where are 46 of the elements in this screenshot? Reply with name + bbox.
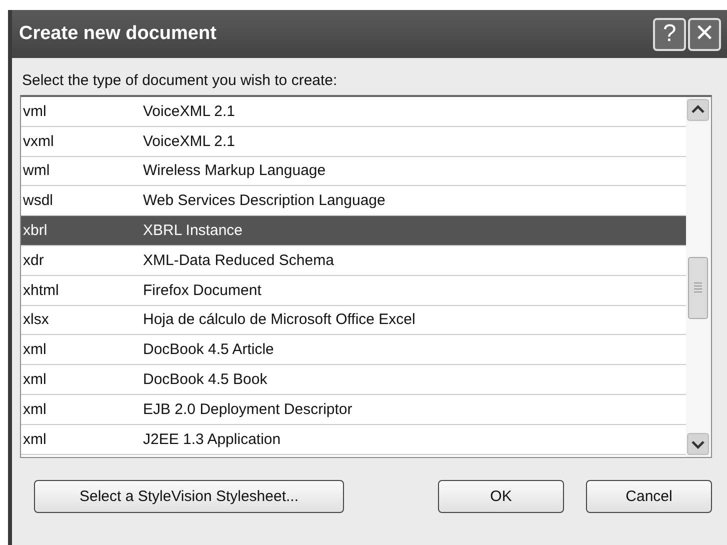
extension-cell-text: wsdl (22, 192, 54, 210)
extension-cell-text: vxml (22, 132, 55, 150)
description-cell: XBRL Instance (143, 222, 242, 240)
list-row[interactable]: xml DocBook 4.5 Book (21, 365, 686, 395)
description-cell: VoiceXML 2.1 (143, 102, 235, 120)
extension-cell-text: xml (22, 371, 48, 388)
description-cell: J2EE 1.3 Application (143, 430, 281, 448)
stylesheet-button[interactable]: Select a StyleVision Stylesheet... (34, 480, 344, 513)
prompt-text: Select the type of document you wish to create: (22, 72, 338, 89)
list-row[interactable]: xlsx Hoja de cálculo de Microsoft Office Excel (21, 306, 686, 336)
description-cell: Web Services Description Language (143, 192, 386, 210)
description-cell: DocBook 4.5 Book (143, 371, 268, 388)
extension-cell-text: xml (22, 400, 48, 418)
description-cell: Wireless Markup Language (143, 162, 326, 180)
close-button[interactable]: ✕ (688, 18, 721, 50)
list-row[interactable]: xhtml Firefox Document (21, 276, 686, 306)
description-cell: DocBook 4.5 Article (143, 341, 274, 358)
extension-cell-text: xbrl (22, 222, 48, 240)
scroll-thumb[interactable] (687, 257, 709, 319)
list-row[interactable]: xml DocBook 4.5 Article (21, 335, 686, 366)
list-row[interactable]: xml EJB 2.0 Deployment Descriptor (21, 394, 686, 425)
list-row[interactable]: xml J2EE 1.3 Application (21, 424, 686, 455)
list-row[interactable]: vxml VoiceXML 2.1 (21, 126, 686, 157)
list-row[interactable]: vml VoiceXML 2.1 (21, 97, 686, 127)
description-cell: EJB 2.0 Deployment Descriptor (143, 400, 352, 418)
scrollbar[interactable] (686, 97, 711, 457)
description-cell: Hoja de cálculo de Microsoft Office Excel (143, 311, 416, 328)
extension-cell-text: vml (22, 102, 48, 120)
extension-cell-text: xhtml (22, 282, 60, 299)
cancel-button[interactable]: Cancel (586, 480, 712, 513)
scroll-up-icon[interactable] (687, 99, 709, 121)
extension-cell-text: xml (22, 430, 48, 448)
help-button[interactable]: ? (653, 18, 686, 50)
description-cell: VoiceXML 2.1 (143, 132, 235, 150)
description-cell: Firefox Document (143, 282, 262, 299)
ok-button[interactable]: OK (438, 480, 564, 513)
extension-cell-text: xml (22, 341, 48, 358)
list-row[interactable]: xdr XML-Data Reduced Schema (21, 246, 686, 276)
extension-cell-text: wml (22, 162, 51, 180)
description-cell: XML-Data Reduced Schema (143, 252, 334, 269)
list-row[interactable]: xbrl XBRL Instance (21, 216, 686, 246)
extension-cell-text: xdr (22, 252, 45, 269)
scroll-down-icon[interactable] (687, 433, 709, 455)
window-title: Create new document (19, 23, 216, 45)
extension-cell-text: xlsx (22, 311, 50, 328)
list-row[interactable]: wml Wireless Markup Language (21, 156, 686, 186)
